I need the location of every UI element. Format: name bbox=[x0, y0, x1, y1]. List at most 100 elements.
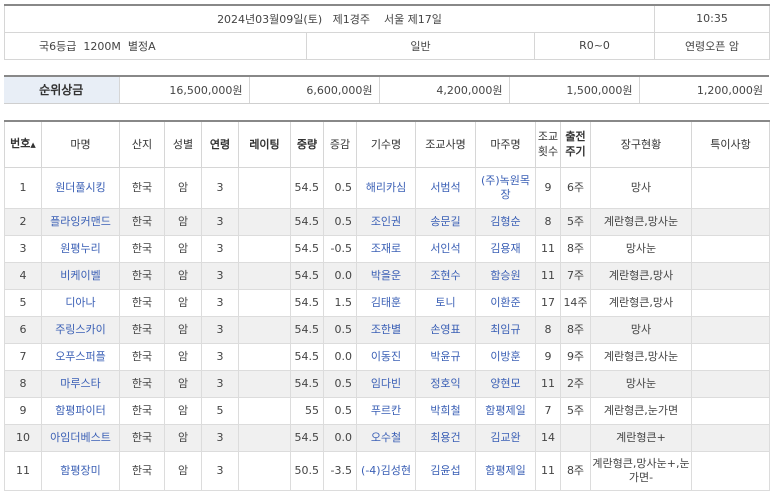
sort-ascending-icon[interactable]: ▲ bbox=[30, 141, 35, 149]
cell-trainer: 김윤섭 bbox=[415, 450, 476, 491]
cell-owner-link[interactable]: (주)녹원목장 bbox=[481, 174, 530, 201]
cell-jockey: 조인권 bbox=[356, 207, 416, 236]
cell-rating bbox=[238, 207, 291, 236]
cell-weight: 54.5 bbox=[290, 369, 324, 398]
cell-horse-name: 함평장미 bbox=[41, 450, 120, 491]
cell-trainer-link[interactable]: 정호익 bbox=[430, 377, 460, 390]
cell-owner-link[interactable]: 함승원 bbox=[490, 269, 520, 282]
cell-jockey-link[interactable]: 박을운 bbox=[371, 269, 401, 282]
race-info-row-2: 국6등급 1200M 별정A 일반 R0~0 연령오픈 암 bbox=[4, 31, 770, 60]
cell-trainer-link[interactable]: 토니 bbox=[435, 296, 455, 309]
cell-owner-link[interactable]: 김형순 bbox=[490, 215, 520, 228]
prize-5th: 1,200,000원 bbox=[638, 75, 769, 104]
cell-age: 5 bbox=[201, 396, 239, 425]
cell-owner: 이환준 bbox=[475, 288, 536, 317]
cell-jockey-link[interactable]: 조인권 bbox=[371, 215, 401, 228]
cell-race-cycle: 8주 bbox=[560, 315, 591, 344]
cell-race-cycle: 2주 bbox=[560, 369, 591, 398]
table-row: 2 플라잉커맨드 한국 암 3 54.5 0.5 조인권 송문길 김형순 8 5주 계란형큰,망사눈 bbox=[4, 207, 770, 236]
cell-origin: 한국 bbox=[119, 234, 165, 263]
cell-jockey-link[interactable]: (-4)김성현 bbox=[361, 464, 411, 477]
cell-owner-link[interactable]: 이방훈 bbox=[490, 350, 520, 363]
cell-race-cycle: 5주 bbox=[560, 207, 591, 236]
cell-change: -3.5 bbox=[323, 450, 357, 491]
table-row: 11 함평장미 한국 암 3 50.5 -3.5 (-4)김성현 김윤섭 함평제일 11 8주 계란형큰… bbox=[4, 450, 770, 491]
cell-change: 0.5 bbox=[323, 166, 357, 209]
cell-change: 0.5 bbox=[323, 396, 357, 425]
cell-owner-link[interactable]: 최임규 bbox=[490, 323, 520, 336]
column-header-jockey: 기수명 bbox=[356, 120, 416, 168]
cell-jockey-link[interactable]: 조재로 bbox=[371, 242, 401, 255]
cell-rating bbox=[238, 166, 291, 209]
cell-jockey-link[interactable]: 조한별 bbox=[371, 323, 401, 336]
cell-horse-name: 마루스타 bbox=[41, 369, 120, 398]
cell-sex: 암 bbox=[164, 342, 202, 371]
cell-horse-name-link[interactable]: 함평장미 bbox=[60, 464, 100, 477]
cell-horse-name-link[interactable]: 오푸스퍼플 bbox=[55, 350, 106, 363]
column-header-origin: 산지 bbox=[119, 120, 165, 168]
race-date-round: 2024년03월09일(토) 제1경주 서울 제17일 bbox=[4, 4, 655, 33]
cell-owner-link[interactable]: 이환준 bbox=[490, 296, 520, 309]
cell-horse-name-link[interactable]: 함평파이터 bbox=[55, 404, 106, 417]
cell-trainer-link[interactable]: 송문길 bbox=[430, 215, 460, 228]
cell-trainer-link[interactable]: 최용건 bbox=[430, 431, 460, 444]
cell-trainer-link[interactable]: 서인석 bbox=[430, 242, 460, 255]
cell-jockey: 이동진 bbox=[356, 342, 416, 371]
cell-horse-name-link[interactable]: 원평누리 bbox=[60, 242, 100, 255]
column-header-trainer: 조교사명 bbox=[415, 120, 476, 168]
table-row: 9 함평파이터 한국 암 5 55 0.5 푸르칸 박희철 함평제일 7 5주 계란형큰,눈가면 bbox=[4, 396, 770, 425]
cell-jockey-link[interactable]: 김태훈 bbox=[371, 296, 401, 309]
table-row: 8 마루스타 한국 암 3 54.5 0.5 임다빈 정호익 양현모 11 2주 망사눈 bbox=[4, 369, 770, 398]
column-header-age: 연령 bbox=[201, 120, 239, 168]
column-header-race-cycle: 출전 주기 bbox=[560, 120, 591, 168]
cell-trainer-link[interactable]: 박윤규 bbox=[430, 350, 460, 363]
cell-trainer-link[interactable]: 박희철 bbox=[430, 404, 460, 417]
cell-training-count: 14 bbox=[535, 423, 561, 452]
cell-jockey: 해리카심 bbox=[356, 166, 416, 209]
column-header-no[interactable]: 번호▲ bbox=[4, 120, 42, 168]
cell-horse-name-link[interactable]: 원더풀시킹 bbox=[55, 181, 106, 194]
cell-owner-link[interactable]: 양현모 bbox=[490, 377, 520, 390]
cell-trainer-link[interactable]: 조현수 bbox=[430, 269, 460, 282]
cell-jockey-link[interactable]: 오수철 bbox=[371, 431, 401, 444]
cell-origin: 한국 bbox=[119, 261, 165, 290]
cell-trainer: 박희철 bbox=[415, 396, 476, 425]
cell-trainer: 송문길 bbox=[415, 207, 476, 236]
cell-horse-name-link[interactable]: 디아나 bbox=[65, 296, 95, 309]
cell-owner-link[interactable]: 김용재 bbox=[490, 242, 520, 255]
cell-horse-name-link[interactable]: 아임더베스트 bbox=[50, 431, 111, 444]
cell-race-cycle: 8주 bbox=[560, 450, 591, 491]
cell-jockey: 박을운 bbox=[356, 261, 416, 290]
cell-training-count: 11 bbox=[535, 450, 561, 491]
cell-gear: 망사눈 bbox=[590, 234, 692, 263]
cell-horse-name-link[interactable]: 마루스타 bbox=[60, 377, 100, 390]
cell-trainer-link[interactable]: 서범석 bbox=[430, 181, 460, 194]
cell-owner-link[interactable]: 김교완 bbox=[490, 431, 520, 444]
cell-jockey-link[interactable]: 해리카심 bbox=[366, 181, 406, 194]
cell-weight: 54.5 bbox=[290, 166, 324, 209]
cell-trainer-link[interactable]: 손영표 bbox=[430, 323, 460, 336]
table-row: 5 디아나 한국 암 3 54.5 1.5 김태훈 토니 이환준 17 14주 계란형큰,망사 bbox=[4, 288, 770, 317]
cell-age: 3 bbox=[201, 423, 239, 452]
cell-jockey: 조한별 bbox=[356, 315, 416, 344]
cell-owner-link[interactable]: 함평제일 bbox=[485, 464, 525, 477]
cell-sex: 암 bbox=[164, 166, 202, 209]
cell-jockey-link[interactable]: 이동진 bbox=[371, 350, 401, 363]
cell-owner: 김형순 bbox=[475, 207, 536, 236]
cell-jockey: 김태훈 bbox=[356, 288, 416, 317]
cell-horse-name-link[interactable]: 플라잉커맨드 bbox=[50, 215, 111, 228]
cell-horse-name-link[interactable]: 주링스카이 bbox=[55, 323, 106, 336]
cell-jockey-link[interactable]: 임다빈 bbox=[371, 377, 401, 390]
cell-jockey-link[interactable]: 푸르칸 bbox=[371, 404, 401, 417]
cell-notes bbox=[691, 369, 770, 398]
cell-owner-link[interactable]: 함평제일 bbox=[485, 404, 525, 417]
cell-training-count: 8 bbox=[535, 207, 561, 236]
cell-horse-name-link[interactable]: 비케이벨 bbox=[60, 269, 100, 282]
cell-origin: 한국 bbox=[119, 342, 165, 371]
column-header-training-count: 조교 횟수 bbox=[535, 120, 561, 168]
cell-trainer: 정호익 bbox=[415, 369, 476, 398]
cell-trainer-link[interactable]: 김윤섭 bbox=[430, 464, 460, 477]
cell-change: 0.5 bbox=[323, 207, 357, 236]
column-header-rating: 레이팅 bbox=[238, 120, 291, 168]
cell-horse-name: 원더풀시킹 bbox=[41, 166, 120, 209]
